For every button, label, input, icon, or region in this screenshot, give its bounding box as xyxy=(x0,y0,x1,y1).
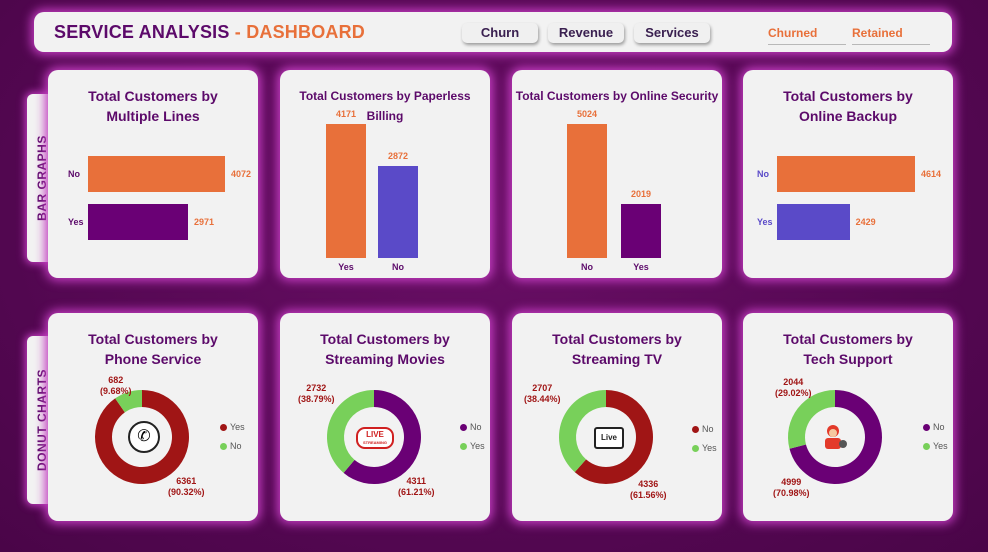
chart-card-streaming-tv: Total Customers by Streaming TV Live 2707… xyxy=(512,313,722,521)
category-label-no: No xyxy=(68,169,80,179)
donut-chart xyxy=(95,390,189,484)
nav-services-button[interactable]: Services xyxy=(634,23,710,43)
live-streaming-icon: LIVE STREAMING xyxy=(356,427,394,449)
data-label-yes: 2971 xyxy=(193,217,214,227)
donut-slice-yes xyxy=(559,390,606,473)
chart-title: Total Customers by Online Security xyxy=(515,89,719,103)
data-label-yes: 2429 xyxy=(855,217,876,227)
category-label-yes: Yes xyxy=(757,217,773,227)
nav-churn-button[interactable]: Churn xyxy=(462,23,538,43)
data-label-yes: 2732 (38.79%) xyxy=(298,383,335,404)
header-bar: SERVICE ANALYSIS - DASHBOARD Churn Reven… xyxy=(34,12,952,52)
data-label-yes: 6361 (90.32%) xyxy=(168,476,205,497)
data-label-no: 4072 xyxy=(231,169,252,179)
data-label-no: 4999 (70.98%) xyxy=(773,477,810,498)
bar-yes xyxy=(777,204,850,240)
phone-icon: ✆ xyxy=(128,421,160,453)
legend-item-no: No xyxy=(460,422,482,432)
bar-no xyxy=(777,156,915,192)
data-label-no: 2872 xyxy=(387,150,409,161)
legend-swatch xyxy=(692,445,699,452)
legend-swatch xyxy=(923,424,930,431)
chart-card-phone-service: Total Customers by Phone Service ✆ 682 (9.… xyxy=(48,313,258,521)
data-label-yes: 2019 xyxy=(630,189,652,200)
bar-yes xyxy=(88,204,188,240)
legend-item-no: No xyxy=(220,441,242,451)
category-label-no: No xyxy=(757,169,769,179)
bar-yes xyxy=(621,204,661,258)
bar-no xyxy=(378,165,418,258)
chart-title: Total Customers by Paperless Billing xyxy=(299,89,471,123)
legend-item-no: No xyxy=(923,422,945,432)
chart-card-streaming-movies: Total Customers by Streaming Movies LIVE S… xyxy=(280,313,490,521)
category-label-no: No xyxy=(581,262,593,272)
legend-swatch xyxy=(220,443,227,450)
bar-yes xyxy=(326,124,366,258)
bar-no xyxy=(88,156,225,192)
chart-card-online-security: Total Customers by Online Security 5024 … xyxy=(512,70,722,278)
data-label-no: 4311 (61.21%) xyxy=(398,476,435,497)
legend-swatch xyxy=(692,426,699,433)
donut-chart xyxy=(327,390,421,484)
category-label-yes: Yes xyxy=(633,262,649,272)
chart-card-online-backup: Total Customers by Online Backup No Yes 4… xyxy=(743,70,953,278)
data-label-no: 4614 xyxy=(921,169,942,179)
technician-icon xyxy=(821,423,849,451)
data-label-no: 682 (9.68%) xyxy=(100,375,132,396)
filter-churned[interactable]: Churned xyxy=(768,26,846,45)
chart-title: Total Customers by Online Backup xyxy=(783,88,913,124)
legend-swatch xyxy=(923,443,930,450)
legend-item-yes: Yes xyxy=(460,441,485,451)
legend-swatch xyxy=(220,424,227,431)
legend-item-yes: Yes xyxy=(220,422,245,432)
filter-retained[interactable]: Retained xyxy=(852,26,930,45)
donut-chart xyxy=(559,390,653,484)
chart-title: Total Customers by Multiple Lines xyxy=(88,88,218,124)
chart-card-multiple-lines: Total Customers by Multiple Lines No Yes … xyxy=(48,70,258,278)
legend-item-no: No xyxy=(692,424,714,434)
bar-no xyxy=(567,124,607,258)
chart-card-paperless-billing: Total Customers by Paperless Billing 417… xyxy=(280,70,490,278)
legend-swatch xyxy=(460,424,467,431)
nav-revenue-button[interactable]: Revenue xyxy=(548,23,624,43)
data-label-yes: 2044 (29.02%) xyxy=(775,377,812,398)
category-label-yes: Yes xyxy=(68,217,84,227)
category-label-no: No xyxy=(392,262,404,272)
category-label-yes: Yes xyxy=(338,262,354,272)
chart-card-tech-support: Total Customers by Tech Support 2044 (29.0… xyxy=(743,313,953,521)
legend-swatch xyxy=(460,443,467,450)
data-label-yes: 4171 xyxy=(335,109,357,119)
data-label-no: 5024 xyxy=(576,109,598,119)
data-label-no: 4336 (61.56%) xyxy=(630,479,667,500)
data-label-yes: 2707 (38.44%) xyxy=(524,383,561,404)
page-title: SERVICE ANALYSIS - DASHBOARD xyxy=(54,22,366,42)
legend-item-yes: Yes xyxy=(923,441,948,451)
legend-item-yes: Yes xyxy=(692,443,717,453)
